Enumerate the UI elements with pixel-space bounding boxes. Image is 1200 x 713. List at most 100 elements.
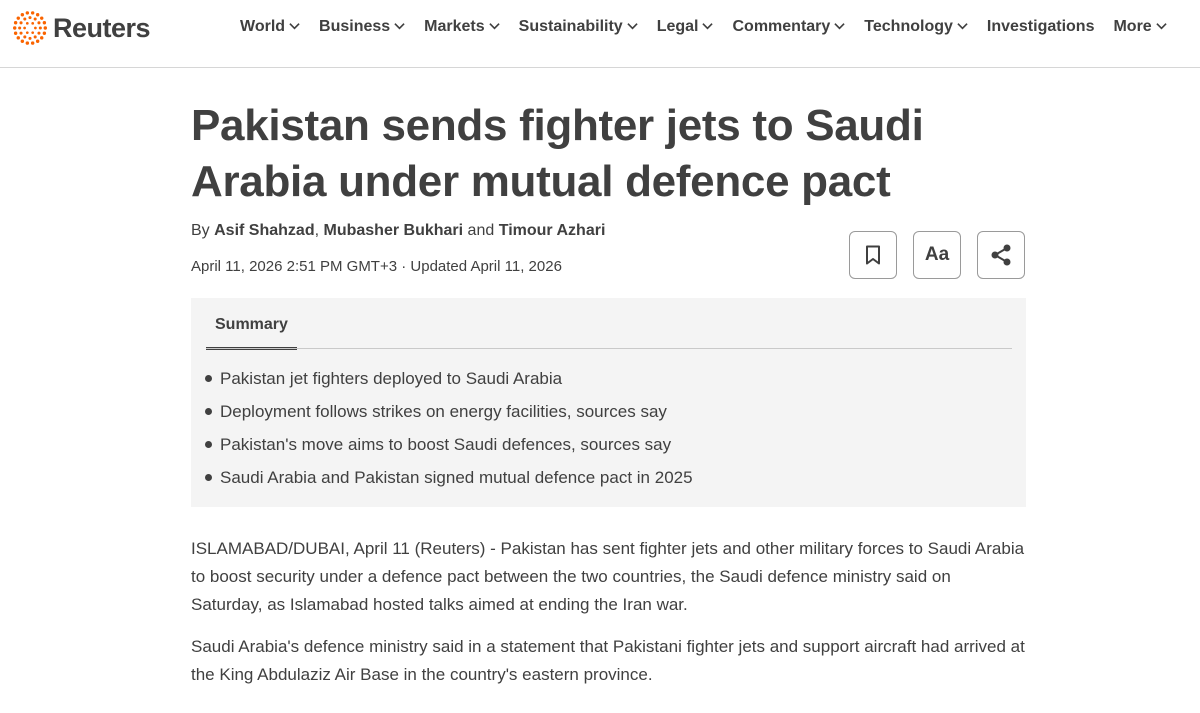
summary-divider [206, 348, 1012, 349]
logo-dot [25, 41, 30, 45]
logo-dot [31, 31, 35, 35]
bullet-dot [205, 375, 212, 382]
chevron-down-icon [289, 23, 300, 30]
logo-dot [12, 26, 17, 30]
logo-dot [38, 26, 42, 30]
logo-dot [20, 13, 25, 17]
nav-item-business[interactable]: Business [319, 18, 405, 36]
logo-dot [42, 21, 47, 25]
logo-dot [23, 26, 26, 30]
logo-dot [37, 21, 41, 25]
logo-dot [30, 41, 35, 45]
logo-dot [25, 11, 30, 15]
summary-item-text: Pakistan's move aims to boost Saudi defe… [220, 434, 672, 454]
main-nav: World Business Markets Sustainability Le… [240, 18, 1167, 36]
nav-item-label: More [1113, 18, 1152, 35]
nav-item-investigations[interactable]: Investigations [987, 18, 1095, 36]
headline-line: Pakistan sends fighter jets to Saudi [191, 101, 924, 150]
text-size-button[interactable]: Aa [913, 231, 961, 279]
bullet-dot [205, 441, 212, 448]
logo-dot [40, 36, 44, 40]
logo-dot [16, 16, 20, 20]
chevron-down-icon [834, 23, 845, 30]
bullet-dot [205, 474, 212, 481]
summary-item-text: Deployment follows strikes on energy fac… [220, 401, 667, 421]
summary-list: Pakistan jet fighters deployed to Saudi … [205, 362, 693, 494]
logo-dot [19, 31, 23, 35]
summary-tab[interactable]: Summary [206, 316, 297, 350]
share-icon [991, 244, 1011, 266]
logo-dot [35, 13, 40, 17]
logo-dot [18, 26, 22, 30]
nav-item-world[interactable]: World [240, 18, 300, 36]
byline-prefix: By [191, 222, 210, 239]
author-link[interactable]: Mubasher Bukhari [324, 222, 464, 239]
nav-item-more[interactable]: More [1113, 18, 1167, 36]
byline-separator: , [314, 222, 320, 239]
summary-item-text: Pakistan jet fighters deployed to Saudi … [220, 368, 563, 388]
summary-item: Deployment follows strikes on energy fac… [205, 395, 693, 428]
logo-dot [13, 31, 18, 35]
brand-name: Reuters [53, 12, 151, 43]
nav-item-label: Markets [424, 18, 485, 35]
nav-item-sustainability[interactable]: Sustainability [519, 18, 638, 36]
chevron-down-icon [488, 23, 500, 30]
chevron-down-icon [957, 23, 968, 30]
nav-item-commentary[interactable]: Commentary [732, 18, 845, 36]
byline: By Asif Shahzad, Mubasher Bukhari and Ti… [191, 222, 605, 240]
logo-dot [23, 35, 27, 39]
logo-dot [23, 17, 27, 21]
article-headline: Pakistan sends fighter jets to Saudi Arab… [191, 98, 951, 210]
author-link[interactable]: Asif Shahzad [214, 222, 314, 239]
summary-item: Pakistan's move aims to boost Saudi defe… [205, 428, 693, 461]
logo-dot [43, 26, 48, 30]
bookmark-icon [866, 245, 880, 265]
logo-dot [20, 39, 25, 43]
chevron-down-icon [1156, 23, 1167, 30]
nav-item-label: Investigations [986, 18, 1095, 35]
logo-dot [19, 21, 23, 25]
nav-item-label: Business [319, 18, 391, 35]
chevron-down-icon [702, 23, 714, 30]
logo-dot [25, 31, 29, 35]
article-paragraph: ISLAMABAD/DUBAI, April 11 (Reuters) - Pa… [191, 539, 1025, 614]
logo-dot [35, 39, 40, 43]
article-paragraph: Saudi Arabia's defence ministry said in … [191, 637, 1025, 684]
nav-item-technology[interactable]: Technology [864, 18, 968, 36]
logo-dot [40, 16, 44, 20]
logo-dot [28, 16, 32, 20]
nav-item-markets[interactable]: Markets [424, 18, 500, 36]
logo-dot [16, 36, 20, 40]
nav-item-legal[interactable]: Legal [657, 18, 714, 36]
summary-box: Summary Pakistan jet fighters deployed t… [191, 298, 1026, 507]
share-button[interactable] [977, 231, 1025, 279]
logo-dot [13, 21, 18, 25]
byline-conjunction: and [467, 222, 495, 239]
logo-dot [25, 21, 29, 25]
author-link[interactable]: Timour Azhari [499, 222, 606, 239]
nav-item-label: Commentary [732, 18, 831, 35]
logo-dot [31, 21, 35, 25]
bullet-dot [205, 408, 212, 415]
nav-item-label: World [240, 18, 286, 35]
logo-dot [33, 17, 37, 21]
logo-dot [34, 26, 37, 30]
reuters-logo-icon [12, 11, 48, 45]
chevron-down-icon [394, 23, 405, 30]
top-navigation-bar: Reuters World Business Markets Sustainab… [0, 0, 1200, 68]
logo-dot [33, 35, 37, 39]
logo-dot [28, 36, 32, 40]
headline-line: Arabia under mutual defence pact [191, 157, 891, 206]
logo-dot [42, 31, 47, 35]
logo-dot [30, 11, 35, 15]
summary-item: Saudi Arabia and Pakistan signed mutual … [205, 461, 693, 494]
logo-dot [37, 31, 41, 35]
nav-item-label: Technology [864, 18, 953, 35]
nav-item-label: Legal [656, 18, 699, 35]
article-dateline: April 11, 2026 2:51 PM GMT+3 · Updated A… [191, 258, 562, 275]
summary-item-text: Saudi Arabia and Pakistan signed mutual … [220, 467, 693, 487]
bookmark-button[interactable] [849, 231, 897, 279]
chevron-down-icon [627, 23, 638, 30]
reuters-logo[interactable]: Reuters [12, 10, 151, 46]
nav-item-label: Sustainability [518, 18, 623, 35]
